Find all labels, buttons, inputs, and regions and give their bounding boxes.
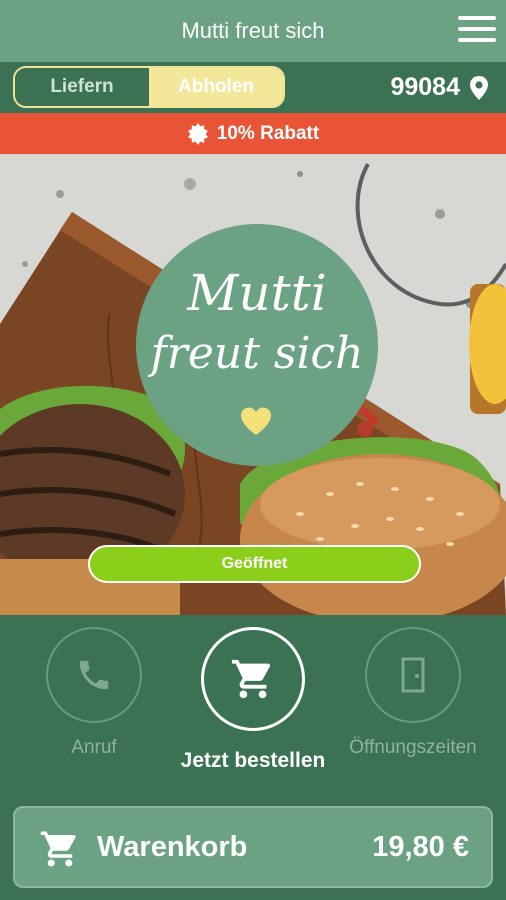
restaurant-logo: Mutti freut sich <box>136 224 378 466</box>
door-icon <box>401 657 425 693</box>
app-header: Mutti freut sich <box>0 0 506 62</box>
cart-total: 19,80 € <box>372 831 469 863</box>
order-now-button[interactable]: Jetzt bestellen <box>173 615 333 805</box>
order-mode-bar: Liefern Abholen 99084 <box>0 62 506 113</box>
cart-icon <box>231 659 271 699</box>
tab-liefern[interactable]: Liefern <box>15 68 149 106</box>
open-status-badge[interactable]: Geöffnet <box>88 545 421 583</box>
order-now-ring <box>201 627 305 731</box>
opening-hours-label: Öffnungszeiten <box>349 737 477 758</box>
hamburger-menu-icon[interactable] <box>458 14 496 44</box>
logo-line-2: freut sich <box>150 328 364 379</box>
call-button-ring <box>46 627 142 723</box>
zip-code[interactable]: 99084 <box>390 62 460 113</box>
discount-text: 10% Rabatt <box>216 122 320 144</box>
call-button[interactable]: Anruf <box>14 615 174 805</box>
map-pin-icon[interactable] <box>468 75 490 101</box>
opening-hours-button[interactable]: Öffnungszeiten <box>333 615 493 805</box>
action-row: Anruf Jetzt bestellen Öffnungszeiten <box>0 615 506 805</box>
cart-icon <box>40 831 76 867</box>
discount-banner: 10% Rabatt <box>0 113 506 154</box>
app-title: Mutti freut sich <box>181 18 325 43</box>
phone-icon <box>79 660 109 690</box>
cart-label: Warenkorb <box>97 831 248 863</box>
cart-button[interactable]: Warenkorb 19,80 € <box>13 806 493 888</box>
order-mode-toggle: Liefern Abholen <box>13 66 285 108</box>
logo-line-1: Mutti <box>187 264 327 322</box>
badge-icon <box>187 122 208 145</box>
heart-icon <box>241 407 271 435</box>
tab-abholen[interactable]: Abholen <box>149 68 283 106</box>
opening-hours-ring <box>365 627 461 723</box>
hero-image: Mutti freut sich Geöffnet <box>0 154 506 615</box>
